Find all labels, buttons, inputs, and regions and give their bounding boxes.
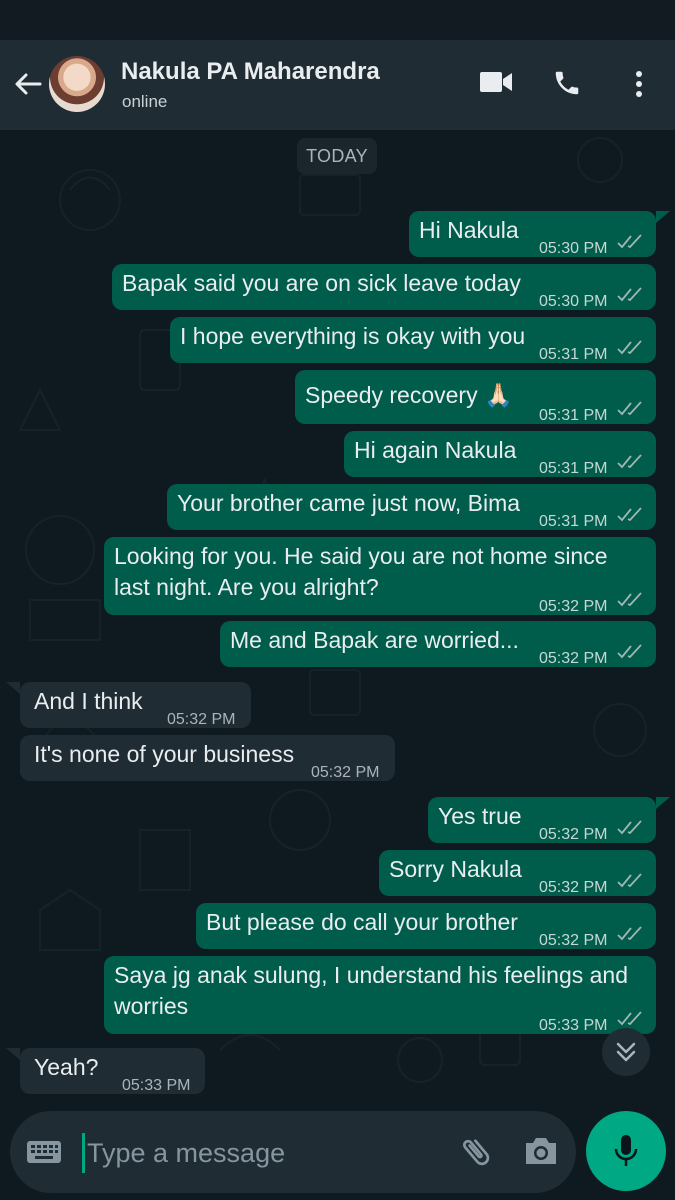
message-text: Speedy recovery 🙏🏻 [305,382,513,408]
message-outgoing[interactable]: Your brother came just now, Bima 05:31 P… [167,484,656,530]
message-time: 05:31 PM [539,460,608,477]
message-input[interactable] [82,1133,452,1173]
avatar[interactable] [49,56,105,112]
message-text: Yeah? [34,1054,99,1080]
message-outgoing[interactable]: Saya jg anak sulung, I understand his fe… [104,956,656,1034]
message-composer [0,1100,675,1200]
voice-message-button[interactable] [586,1111,666,1191]
message-incoming[interactable]: It's none of your business 05:32 PM [20,735,395,781]
message-incoming[interactable]: And I think 05:32 PM [6,682,251,728]
double-check-icon [617,926,642,941]
double-check-icon [617,507,642,522]
double-check-icon [617,592,642,607]
double-check-icon [617,454,642,469]
message-time: 05:31 PM [539,513,608,530]
message-text-line-2: worries [114,993,189,1019]
date-chip: TODAY [297,138,377,174]
camera-icon[interactable] [523,1135,559,1167]
message-outgoing[interactable]: Hi Nakula 05:30 PM [409,211,670,257]
message-incoming[interactable]: Yeah? 05:33 PM [6,1048,205,1094]
message-outgoing[interactable]: Looking for you. He said you are not hom… [104,537,656,615]
message-text: Me and Bapak are worried... [230,627,519,653]
message-outgoing[interactable]: Me and Bapak are worried... 05:32 PM [220,621,656,667]
message-outgoing[interactable]: Speedy recovery 🙏🏻 05:31 PM [295,370,656,424]
message-time: 05:30 PM [539,293,608,310]
attach-icon[interactable] [458,1134,494,1170]
message-text: Hi again Nakula [354,437,517,463]
message-outgoing[interactable]: Hi again Nakula 05:31 PM [344,431,656,477]
message-text: And I think [34,688,143,714]
message-text: Yes true [438,803,522,829]
message-time: 05:33 PM [122,1077,191,1094]
mic-icon [614,1135,638,1166]
message-time: 05:31 PM [539,407,608,424]
double-check-icon [617,873,642,888]
double-check-icon [617,401,642,416]
message-text: Bapak said you are on sick leave today [122,270,521,296]
message-text: But please do call your brother [206,909,518,935]
message-time: 05:32 PM [539,826,608,843]
message-text: I hope everything is okay with you [180,323,526,349]
message-text: It's none of your business [34,741,295,767]
double-check-icon [617,340,642,355]
chat-header: Nakula PA Maharendra online [0,40,675,130]
message-text-line-1: Looking for you. He said you are not hom… [114,543,608,569]
message-time: 05:33 PM [539,1017,608,1034]
message-time: 05:31 PM [539,346,608,363]
message-time: 05:32 PM [539,932,608,949]
message-text-line-1: Saya jg anak sulung, I understand his fe… [114,962,629,988]
double-check-icon [617,644,642,659]
message-time: 05:32 PM [167,711,236,728]
message-outgoing[interactable]: Yes true 05:32 PM [428,797,670,843]
double-check-icon [617,1011,642,1026]
message-text: Sorry Nakula [389,856,522,882]
contact-status: online [122,92,168,111]
message-list[interactable]: TODAY Hi Nakula 05:30 PM Bapak said you … [0,130,675,1100]
message-time: 05:32 PM [539,598,608,615]
message-outgoing[interactable]: Bapak said you are on sick leave today 0… [112,264,656,310]
message-outgoing[interactable]: I hope everything is okay with you 05:31… [170,317,656,363]
scroll-to-bottom-button[interactable] [602,1028,650,1076]
contact-name[interactable]: Nakula PA Maharendra [121,58,380,86]
double-check-icon [617,234,642,249]
message-time: 05:30 PM [539,240,608,257]
message-text-line-2: last night. Are you alright? [114,574,379,600]
double-check-icon [617,820,642,835]
message-outgoing[interactable]: Sorry Nakula 05:32 PM [379,850,656,896]
status-bar [0,0,675,40]
chevron-double-down-icon [616,1042,636,1062]
message-time: 05:32 PM [311,764,380,781]
message-text: Your brother came just now, Bima [177,490,521,516]
message-time: 05:32 PM [539,650,608,667]
phone-icon[interactable] [552,68,582,98]
message-text: Hi Nakula [419,217,519,243]
keyboard-icon[interactable] [26,1140,62,1164]
more-vert-icon[interactable] [634,70,644,98]
message-outgoing[interactable]: But please do call your brother 05:32 PM [196,903,656,949]
double-check-icon [617,287,642,302]
input-pill [10,1111,576,1193]
back-arrow-icon[interactable] [12,68,44,100]
video-call-icon[interactable] [480,71,512,93]
message-time: 05:32 PM [539,879,608,896]
